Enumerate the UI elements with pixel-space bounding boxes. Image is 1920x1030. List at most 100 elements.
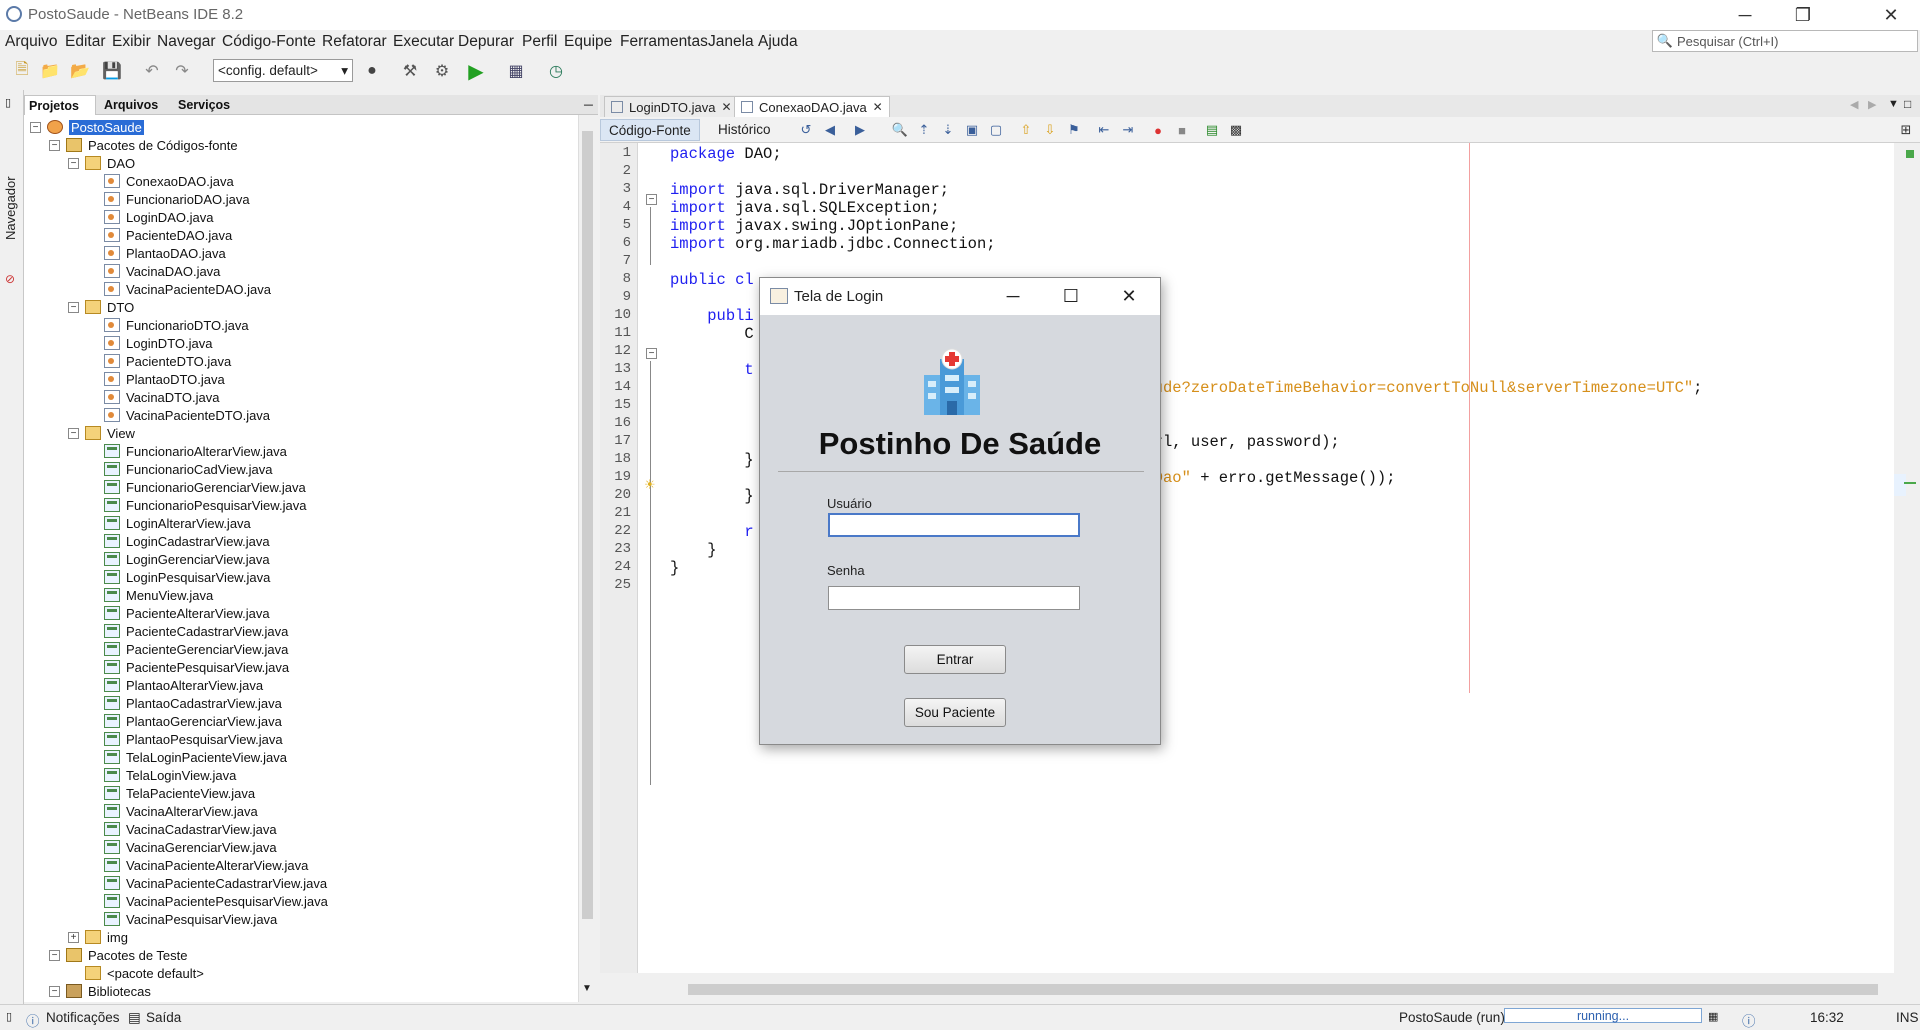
new-file-icon[interactable]: 🗎 [10,59,34,83]
stop-macro-icon[interactable]: ■ [1174,122,1190,138]
menu-depurar[interactable]: Depurar [458,33,514,51]
find-icon[interactable]: 🔍 [892,122,908,138]
scroll-tabs-left-icon[interactable]: ◀ [1850,98,1858,111]
dialog-close-button[interactable]: ✕ [1100,278,1158,315]
last-edit-icon[interactable]: ↺ [798,122,814,138]
tree-item[interactable]: VacinaAlterarView.java [87,802,258,820]
tree-item[interactable]: PacientePesquisarView.java [87,658,289,676]
tree-item[interactable]: LoginDTO.java [87,334,212,352]
tab-servicos[interactable]: Serviços [174,95,234,115]
collapse-icon[interactable]: − [49,985,60,997]
editor-horizontal-scrollbar[interactable] [666,980,1906,998]
debug-icon[interactable]: ▦ [504,59,528,83]
previous-bookmark-icon[interactable]: ⇧ [1018,122,1034,138]
tree-item[interactable]: VacinaCadastrarView.java [87,820,277,838]
tree-item[interactable]: TelaLoginPacienteView.java [87,748,287,766]
profile-icon[interactable]: ◷ [544,59,568,83]
comment-icon[interactable]: ▤ [1204,122,1220,138]
tree-item[interactable]: FuncionarioCadView.java [87,460,272,478]
maximize-editor-icon[interactable]: □ [1904,97,1911,111]
menu-navegar[interactable]: Navegar [157,33,216,51]
scrollbar-thumb[interactable] [688,984,1878,995]
user-field[interactable] [828,513,1080,537]
toggle-bookmark-icon[interactable]: ⚑ [1066,122,1082,138]
tree-item[interactable]: <pacote default> [68,964,204,982]
clean-build-icon[interactable]: ⚙ [430,59,454,83]
open-project-icon[interactable]: 📂 [68,59,92,83]
sou-paciente-button[interactable]: Sou Paciente [904,698,1006,727]
fold-toggle[interactable]: − [646,348,657,359]
tree-item[interactable]: VacinaPacienteCadastrarView.java [87,874,327,892]
close-tab-icon[interactable]: ✕ [721,100,731,114]
menu-ferramentas[interactable]: Ferramentas [620,33,708,51]
build-hammer-icon[interactable]: ⚒ [398,59,422,83]
tree-item[interactable]: LoginAlterarView.java [87,514,251,532]
project-tree-scrollbar[interactable]: ▼ [578,115,596,1002]
scroll-tabs-right-icon[interactable]: ▶ [1868,98,1876,111]
navigator-tab[interactable]: Navegador [3,176,18,240]
collapse-icon[interactable]: − [68,427,79,439]
collapse-icon[interactable]: − [68,157,79,169]
collapse-icon[interactable]: − [49,949,60,961]
fold-toggle[interactable]: − [646,194,657,205]
dialog-minimize-button[interactable]: ─ [984,278,1042,315]
tree-item[interactable]: TelaLoginView.java [87,766,236,784]
tree-item[interactable]: PacienteDTO.java [87,352,231,370]
notifications-tab[interactable]: Notificações [46,1010,120,1025]
restore-button[interactable]: ❐ [1774,0,1832,30]
rect-select-icon[interactable]: ▢ [988,122,1004,138]
menu-codigo-fonte[interactable]: Código-Fonte [222,33,316,51]
menu-ajuda[interactable]: Ajuda [758,33,798,51]
next-bookmark-icon[interactable]: ⇩ [1042,122,1058,138]
expand-icon[interactable]: + [68,931,79,943]
restore-icon[interactable]: ▯ [5,96,11,109]
undo-icon[interactable]: ↶ [140,59,164,83]
collapse-icon[interactable]: − [30,121,41,133]
menu-executar[interactable]: Executar [393,33,454,51]
find-previous-icon[interactable]: ⇡ [916,122,932,138]
menu-janela[interactable]: Janela [708,33,754,51]
menu-equipe[interactable]: Equipe [564,33,612,51]
back-icon[interactable]: ◀ [822,122,838,138]
tree-item[interactable]: LoginGerenciarView.java [87,550,270,568]
config-select[interactable]: <config. default> ▾ [213,59,353,82]
tree-item[interactable]: PacienteDAO.java [87,226,232,244]
toggle-highlight-icon[interactable]: ▣ [964,122,980,138]
tree-item[interactable]: VacinaPacientePesquisarView.java [87,892,328,910]
tree-item[interactable]: − View [68,424,135,442]
close-tab-icon[interactable]: ✕ [873,100,883,114]
tab-codigo-fonte[interactable]: Código-Fonte [600,119,700,141]
collapse-icon[interactable]: − [68,301,79,313]
tree-item[interactable]: PlantaoGerenciarView.java [87,712,282,730]
tab-conexaodao[interactable]: ConexaoDAO.java ✕ [734,96,890,117]
globe-icon[interactable]: ● [360,59,384,83]
shift-right-icon[interactable]: ⇥ [1120,122,1136,138]
run-icon[interactable]: ▶ [464,59,488,83]
tree-item[interactable]: PacienteCadastrarView.java [87,622,288,640]
tree-item[interactable]: FuncionarioAlterarView.java [87,442,287,460]
tab-historico[interactable]: Histórico [710,119,779,141]
menu-arquivo[interactable]: Arquivo [5,33,58,51]
cancel-process-icon[interactable]: ▦ [1708,1010,1718,1023]
tree-item[interactable]: LoginPesquisarView.java [87,568,270,586]
close-window-button[interactable]: ✕ [1862,0,1920,30]
output-tab[interactable]: Saída [146,1010,181,1025]
tree-item[interactable]: PlantaoPesquisarView.java [87,730,283,748]
tree-item[interactable]: FuncionarioDTO.java [87,316,249,334]
minimize-panel-icon[interactable]: ─ [580,95,597,115]
tree-item[interactable]: VacinaPesquisarView.java [87,910,277,928]
tree-item[interactable]: PlantaoCadastrarView.java [87,694,282,712]
tree-item[interactable]: PacienteAlterarView.java [87,604,270,622]
minimize-button[interactable]: ─ [1716,0,1774,30]
tree-item[interactable]: FuncionarioGerenciarView.java [87,478,306,496]
tree-item[interactable]: LoginCadastrarView.java [87,532,270,550]
menu-editar[interactable]: Editar [65,33,106,51]
tree-item[interactable]: VacinaDTO.java [87,388,219,406]
tree-item[interactable]: VacinaGerenciarView.java [87,838,277,856]
tree-item[interactable]: − DAO [68,154,135,172]
menu-perfil[interactable]: Perfil [522,33,557,51]
dialog-maximize-button[interactable]: ☐ [1042,278,1100,315]
tree-item[interactable]: − DTO [68,298,134,316]
tree-item[interactable]: LoginDAO.java [87,208,213,226]
tree-item[interactable]: VacinaPacienteDAO.java [87,280,271,298]
